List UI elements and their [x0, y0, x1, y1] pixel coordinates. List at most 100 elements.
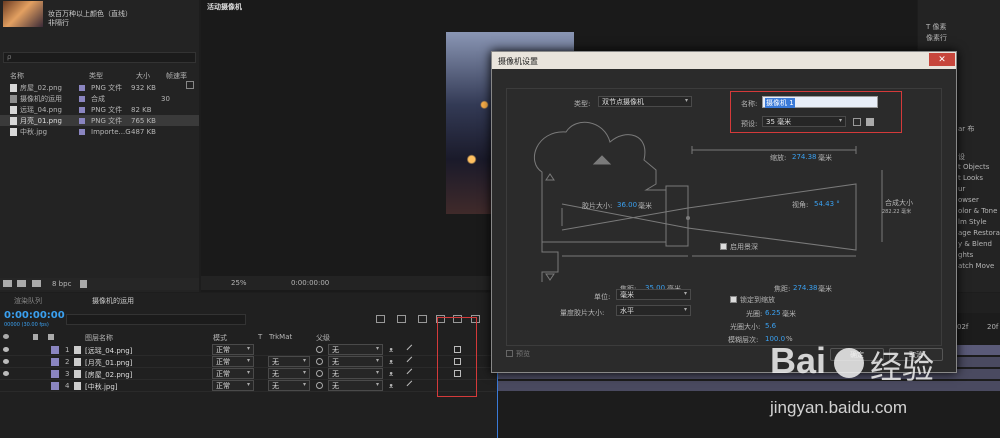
dof-checkbox[interactable] [720, 243, 727, 250]
viewer-timecode[interactable]: 0:00:00:00 [291, 279, 329, 287]
project-search-input[interactable]: ρ [3, 52, 196, 63]
table-row[interactable]: 2 [月亮_01.png] 正常 ▾ 无 ▾ 无 ▾ ᴥ [0, 356, 496, 368]
quality-switch[interactable] [406, 380, 417, 391]
camera-name-field[interactable]: 摄像机 1 [762, 96, 878, 108]
header-parent[interactable]: 父级 [316, 333, 330, 343]
parent-dropdown[interactable]: 无 ▾ [328, 368, 383, 379]
list-item[interactable]: lm Style [958, 218, 1000, 229]
pickwhip-icon[interactable] [316, 346, 323, 353]
table-row[interactable]: 4 [中秋.jpg] 正常 ▾ 无 ▾ 无 ▾ ᴥ [0, 380, 496, 392]
eye-icon[interactable] [3, 347, 9, 352]
zoom-value[interactable]: 274.38 [792, 153, 817, 161]
shy-switch[interactable]: ᴥ [389, 382, 393, 390]
quality-switch[interactable] [406, 344, 417, 355]
label-swatch[interactable] [51, 358, 59, 366]
header-t[interactable]: T [258, 333, 262, 341]
focusdist-value[interactable]: 274.38 [793, 284, 818, 292]
list-item[interactable]: ghts [958, 251, 1000, 262]
list-item[interactable]: 设 [958, 152, 1000, 163]
pickwhip-icon[interactable] [316, 382, 323, 389]
paw-icon [834, 348, 864, 378]
tab-render-queue[interactable]: 渲染队列 [14, 296, 42, 306]
mode-dropdown[interactable]: 正常 ▾ [212, 380, 254, 391]
column-type[interactable]: 类型 [89, 71, 103, 81]
column-name[interactable]: 名称 [10, 71, 24, 81]
list-item[interactable]: olor & Tone [958, 207, 1000, 218]
draft3d-icon[interactable] [397, 315, 406, 323]
list-item[interactable]: t Looks [958, 174, 1000, 185]
parent-dropdown[interactable]: 无 ▾ [328, 380, 383, 391]
list-item[interactable]: ur [958, 185, 1000, 196]
angle-label: 视角: [792, 201, 809, 209]
label-swatch[interactable] [51, 382, 59, 390]
units-dropdown[interactable]: 毫米 ▾ [616, 289, 691, 300]
column-fps[interactable]: 帧速率 [166, 71, 187, 81]
table-row[interactable]: 3 [房屋_02.png] 正常 ▾ 无 ▾ 无 ▾ ᴥ [0, 368, 496, 380]
trash-icon[interactable] [80, 280, 87, 288]
mode-dropdown[interactable]: 正常 ▾ [212, 368, 254, 379]
header-source[interactable]: 图层名称 [85, 333, 113, 343]
aperture-unit: 毫米 [782, 310, 796, 318]
list-item[interactable]: 远瑶_04.png PNG 文件 82 KB [0, 104, 199, 115]
trkmat-dropdown[interactable]: 无 ▾ [268, 356, 310, 367]
zoom-dropdown[interactable]: 25% [231, 279, 247, 287]
file-icon [74, 358, 81, 366]
list-item[interactable]: owser [958, 196, 1000, 207]
angle-value[interactable]: 54.43 ° [814, 200, 840, 208]
list-item[interactable]: atch Move [958, 262, 1000, 273]
shy-icon[interactable] [418, 315, 427, 323]
comp-flowchart-icon[interactable] [376, 315, 385, 323]
quality-switch[interactable] [406, 356, 417, 367]
shy-switch[interactable]: ᴥ [389, 370, 393, 378]
new-folder-icon[interactable] [17, 280, 26, 287]
quality-switch[interactable] [406, 368, 417, 379]
lock-zoom-checkbox[interactable] [730, 296, 737, 303]
preview-checkbox[interactable] [506, 350, 513, 357]
comp-label: 合成大小 [885, 199, 913, 207]
zoom-unit: 毫米 [818, 154, 832, 162]
label-icon [48, 334, 54, 340]
timeline-timecode[interactable]: 0:00:00:00 [4, 310, 65, 321]
mode-dropdown[interactable]: 正常 ▾ [212, 356, 254, 367]
effects-list: 设 t Objects t Looks ur owser olor & Tone… [958, 152, 1000, 273]
mode-dropdown[interactable]: 正常 ▾ [212, 344, 254, 355]
composition-icon [10, 94, 17, 103]
layer-list: 1 [远瑶_04.png] 正常 ▾ 无 ▾ ᴥ 2 [月亮_01.png] 正常 ▾… [0, 344, 496, 392]
list-item[interactable]: y & Blend [958, 240, 1000, 251]
header-trkmat[interactable]: TrkMat [269, 333, 292, 341]
measure-dropdown[interactable]: 水平 ▾ [616, 305, 691, 316]
list-item[interactable]: 房屋_02.png PNG 文件 932 KB [0, 82, 199, 93]
eye-icon[interactable] [3, 371, 9, 376]
timeline-search-input[interactable] [66, 314, 246, 325]
close-button[interactable]: ✕ [929, 53, 955, 66]
dialog-titlebar[interactable]: 摄像机设置 ✕ [492, 52, 956, 69]
eye-icon[interactable] [3, 359, 9, 364]
label-swatch[interactable] [51, 346, 59, 354]
list-item[interactable]: age Restora [958, 229, 1000, 240]
pickwhip-icon[interactable] [316, 358, 323, 365]
list-item[interactable]: 中秋.jpg Importe...G 487 KB [0, 126, 199, 137]
trkmat-dropdown[interactable]: 无 ▾ [268, 380, 310, 391]
trkmat-dropdown[interactable]: 无 ▾ [268, 368, 310, 379]
shy-switch[interactable]: ᴥ [389, 346, 393, 354]
layer-header: 图层名称 模式 T TrkMat 父级 [0, 333, 496, 343]
column-size[interactable]: 大小 [136, 71, 150, 81]
list-item[interactable]: t Objects [958, 163, 1000, 174]
aperture-value[interactable]: 6.25 [765, 309, 781, 317]
tab-composition[interactable]: 摄像机的运用 [92, 296, 134, 306]
fstop-value[interactable]: 5.6 [765, 322, 776, 330]
list-item[interactable]: 摄像机的运用 合成 30 [0, 93, 199, 104]
new-comp-icon[interactable] [32, 280, 41, 287]
list-item[interactable]: 月亮_01.png PNG 文件 765 KB [0, 115, 199, 126]
label-swatch[interactable] [51, 370, 59, 378]
bpc-label[interactable]: 8 bpc [52, 280, 71, 288]
shy-switch[interactable]: ᴥ [389, 358, 393, 366]
parent-dropdown[interactable]: 无 ▾ [328, 356, 383, 367]
pickwhip-icon[interactable] [316, 370, 323, 377]
camera-type-dropdown[interactable]: 双节点摄像机 ▾ [598, 96, 692, 107]
film-value[interactable]: 36.00 [617, 201, 637, 209]
parent-dropdown[interactable]: 无 ▾ [328, 344, 383, 355]
folder-icon[interactable] [3, 280, 12, 287]
table-row[interactable]: 1 [远瑶_04.png] 正常 ▾ 无 ▾ ᴥ [0, 344, 496, 356]
header-mode[interactable]: 模式 [213, 333, 227, 343]
